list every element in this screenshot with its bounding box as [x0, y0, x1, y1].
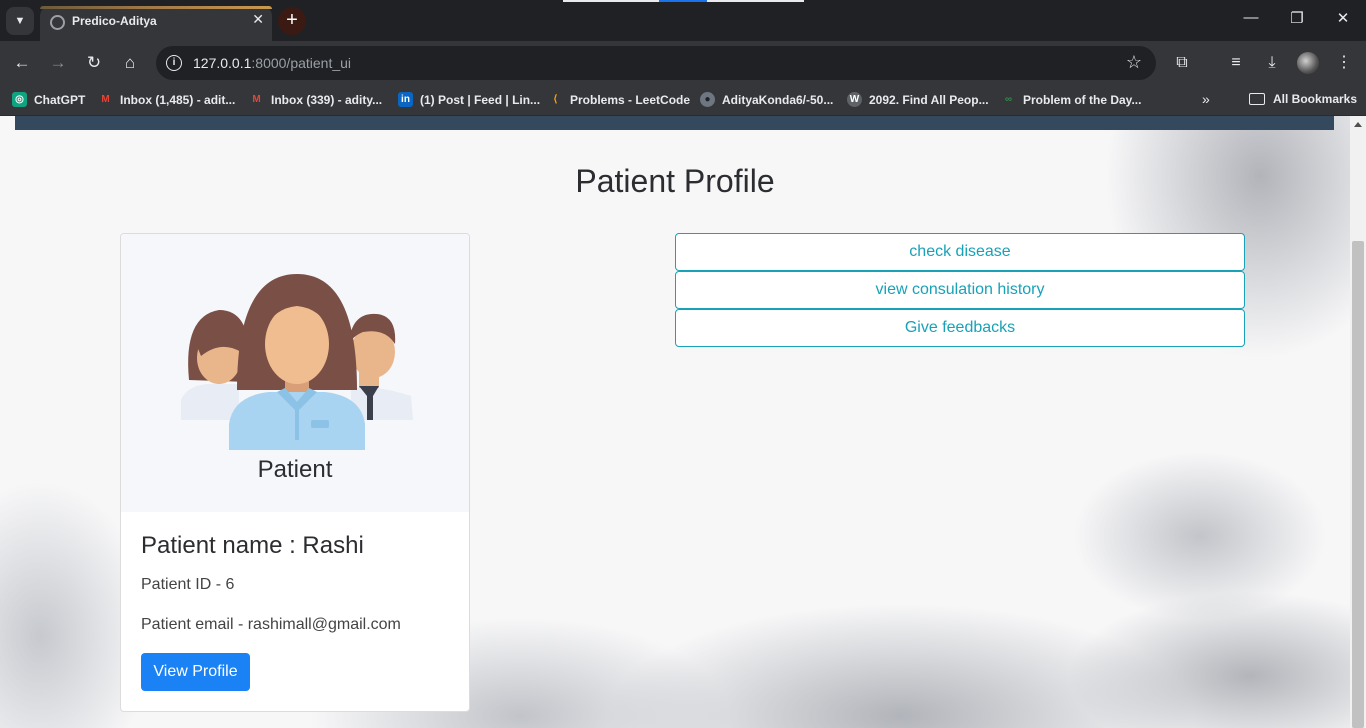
bookmark-item[interactable]: in (1) Post | Feed | Lin...	[398, 92, 540, 107]
give-feedback-button[interactable]: Give feedbacks	[675, 309, 1245, 347]
view-consultation-history-button[interactable]: view consulation history	[675, 271, 1245, 309]
view-profile-button[interactable]: View Profile	[141, 653, 250, 691]
site-info-icon[interactable]: i	[166, 55, 182, 71]
bookmark-item[interactable]: W 2092. Find All Peop...	[847, 92, 989, 107]
scrollbar-thumb[interactable]	[1352, 241, 1364, 728]
bookmark-star-icon[interactable]: ☆	[1126, 52, 1142, 73]
bookmarks-bar: ◎ ChatGPT M Inbox (1,485) - adit... M Inbox…	[0, 85, 1366, 116]
page-scrollbar[interactable]	[1350, 116, 1366, 728]
patient-id: Patient ID - 6	[141, 576, 235, 593]
globe-icon	[50, 15, 65, 30]
bookmark-item[interactable]: ◎ ChatGPT	[12, 92, 85, 107]
patient-name: Patient name : Rashi	[141, 532, 364, 559]
bookmark-item[interactable]: ∞ Problem of the Day...	[1001, 92, 1142, 107]
leetcode-icon: ⟨	[553, 94, 558, 105]
address-bar[interactable]: i 127.0.0.1:8000/patient_ui ☆	[156, 46, 1156, 80]
github-icon: ●	[700, 92, 715, 107]
patient-card: Patient Patient name : Rashi Patient ID …	[120, 233, 470, 712]
browser-tab[interactable]: Predico-Aditya ✕	[40, 6, 272, 41]
minimize-button[interactable]: —	[1236, 9, 1266, 26]
tab-close-icon[interactable]: ✕	[252, 11, 264, 28]
patient-email: Patient email - rashimall@gmail.com	[141, 616, 401, 633]
bookmark-item[interactable]: M Inbox (1,485) - adit...	[98, 92, 235, 107]
bookmark-item[interactable]: ⟨ Problems - LeetCode	[548, 92, 690, 107]
tab-strip: ▼ Predico-Aditya ✕ + — ❐ ✕	[0, 0, 1366, 41]
browser-toolbar: ← → ↻ ⌂ i 127.0.0.1:8000/patient_ui ☆ ⧉ …	[0, 41, 1366, 85]
linkedin-icon: in	[398, 92, 413, 107]
window-strip	[707, 0, 804, 2]
kebab-menu-icon[interactable]: ⋮	[1332, 51, 1356, 75]
reload-icon[interactable]: ↻	[81, 51, 107, 75]
new-tab-button[interactable]: +	[278, 7, 306, 35]
image-caption: Patient	[257, 456, 333, 483]
gmail-icon: M	[101, 94, 110, 105]
page-viewport: Patient Profile Patient Patient name: R…	[0, 116, 1350, 728]
gfg-icon: ∞	[1004, 94, 1013, 105]
folder-icon	[1249, 93, 1265, 105]
home-icon[interactable]: ⌂	[117, 51, 143, 75]
window-strip	[659, 0, 707, 2]
back-arrow-icon[interactable]: ←	[9, 51, 35, 75]
scroll-up-arrow-icon[interactable]	[1354, 122, 1362, 127]
restore-button[interactable]: ❐	[1282, 9, 1312, 27]
site-navbar	[15, 116, 1334, 130]
extensions-icon[interactable]: ⧉	[1170, 51, 1194, 75]
tab-search-chevron-icon[interactable]: ▼	[6, 7, 34, 35]
chatgpt-icon: ◎	[12, 92, 27, 107]
more-bookmarks-chevron-icon[interactable]: »	[1202, 91, 1210, 107]
gmail-icon: M	[252, 94, 261, 105]
close-window-button[interactable]: ✕	[1328, 9, 1358, 27]
media-queue-icon[interactable]: ≡	[1224, 51, 1248, 75]
bookmark-item[interactable]: ● AdityaKonda6/-50...	[700, 92, 833, 107]
patient-group-icon	[181, 274, 413, 450]
window-strip	[563, 0, 659, 2]
check-disease-button[interactable]: check disease	[675, 233, 1245, 271]
page-title: Patient Profile	[575, 163, 775, 199]
bookmark-item[interactable]: M Inbox (339) - adity...	[249, 92, 382, 107]
download-icon[interactable]: ⤓	[1260, 51, 1284, 75]
patient-illustration: Patient	[121, 234, 469, 512]
tab-title: Predico-Aditya	[72, 14, 157, 28]
site-icon: W	[847, 92, 862, 107]
forward-arrow-icon[interactable]: →	[45, 51, 71, 75]
profile-avatar[interactable]	[1297, 52, 1319, 74]
all-bookmarks-button[interactable]: All Bookmarks	[1249, 92, 1357, 106]
tab-group-accent	[40, 6, 272, 9]
url-text: 127.0.0.1:8000/patient_ui	[193, 55, 352, 71]
